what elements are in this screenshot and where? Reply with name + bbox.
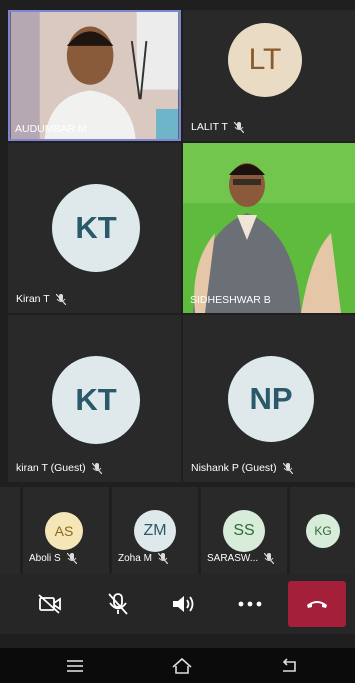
speaker-button[interactable] bbox=[158, 574, 208, 634]
mic-off-icon bbox=[55, 293, 66, 305]
participant-name: kiran T (Guest) bbox=[16, 462, 102, 474]
more-options-button[interactable] bbox=[225, 574, 275, 634]
participant-video bbox=[183, 143, 355, 313]
mic-toggle-button[interactable] bbox=[93, 574, 143, 634]
participant-tile-kiran[interactable]: KT Kiran T bbox=[8, 143, 181, 313]
home-button[interactable] bbox=[162, 653, 202, 678]
hang-up-icon bbox=[307, 601, 327, 608]
avatar: AS bbox=[45, 512, 83, 550]
participant-tile-audumbar[interactable]: AUDUMBAR M bbox=[8, 10, 181, 141]
avatar: LT bbox=[228, 23, 302, 97]
mic-off-icon bbox=[157, 553, 168, 564]
menu-icon bbox=[67, 659, 83, 672]
avatar: SS bbox=[223, 510, 265, 552]
strip-tile-aboli[interactable]: AS Aboli S bbox=[23, 487, 109, 574]
camera-off-icon bbox=[38, 594, 61, 614]
recent-apps-button[interactable] bbox=[55, 653, 95, 678]
home-icon bbox=[172, 657, 192, 674]
call-controls-bar bbox=[0, 574, 355, 634]
system-navigation-bar bbox=[0, 648, 355, 683]
speaker-icon bbox=[173, 596, 194, 612]
participant-name: Kiran T bbox=[16, 293, 66, 305]
avatar: KT bbox=[52, 356, 140, 444]
avatar: ZM bbox=[134, 510, 176, 552]
avatar: KG bbox=[306, 514, 340, 548]
strip-tile-saraswati[interactable]: SS SARASW... bbox=[201, 487, 287, 574]
mic-off-icon bbox=[282, 462, 293, 474]
participant-tile-kiran-guest[interactable]: KT kiran T (Guest) bbox=[8, 315, 181, 482]
camera-toggle-button[interactable] bbox=[25, 574, 75, 634]
back-icon bbox=[282, 657, 296, 672]
participant-name: LALIT T bbox=[191, 121, 244, 133]
participant-name: Aboli S bbox=[29, 553, 77, 564]
mic-off-icon bbox=[264, 553, 275, 564]
mic-off-icon bbox=[233, 121, 244, 133]
participant-tile-sidheshwar[interactable]: SIDHESHWAR B bbox=[183, 143, 355, 313]
mic-off-icon bbox=[108, 593, 128, 615]
avatar: KT bbox=[52, 184, 140, 272]
participant-name: Zoha M bbox=[118, 553, 168, 564]
participant-tile-lalit[interactable]: LT LALIT T bbox=[183, 10, 355, 141]
more-icon bbox=[238, 601, 262, 607]
participant-video bbox=[10, 12, 179, 139]
strip-tile-zoha[interactable]: ZM Zoha M bbox=[112, 487, 198, 574]
mic-off-icon bbox=[91, 462, 102, 474]
strip-tile-kg[interactable]: KG bbox=[290, 487, 355, 574]
strip-edge-tile[interactable] bbox=[0, 487, 20, 574]
participant-tile-nishank-guest[interactable]: NP Nishank P (Guest) bbox=[183, 315, 355, 482]
avatar: NP bbox=[228, 356, 314, 442]
back-button[interactable] bbox=[270, 653, 310, 678]
participant-name: SARASW... bbox=[207, 553, 275, 564]
participant-name: Nishank P (Guest) bbox=[191, 462, 293, 474]
participant-name: AUDUMBAR M bbox=[15, 123, 87, 135]
mic-off-icon bbox=[66, 553, 77, 564]
hang-up-button[interactable] bbox=[288, 581, 346, 627]
participant-name: SIDHESHWAR B bbox=[190, 294, 271, 306]
